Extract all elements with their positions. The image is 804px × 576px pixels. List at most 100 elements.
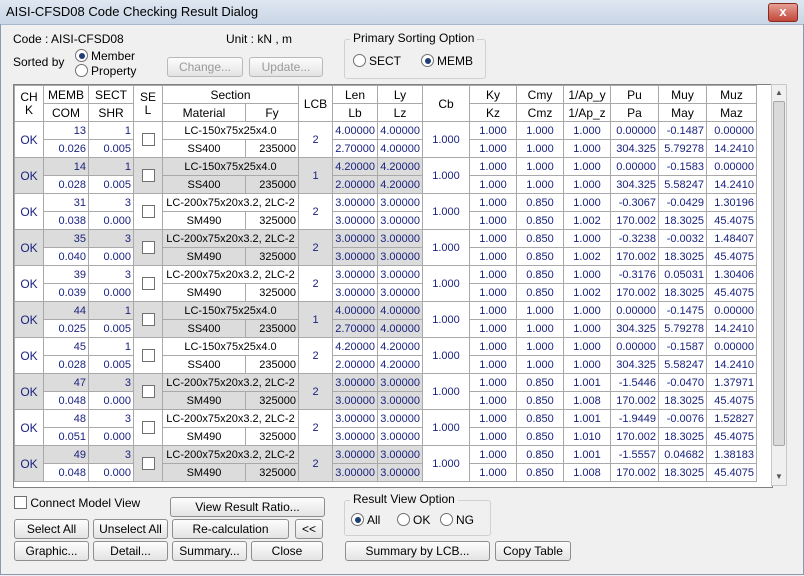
table-row[interactable]: OK 39 3 LC-200x75x20x3.2, 2LC-2 2 3.00000 3.00… bbox=[14, 265, 757, 302]
apy-cell: 1.000 bbox=[563, 121, 611, 140]
table-row-sub[interactable]: 0.028 0.005 SS400 235000 2.00000 4.20000 1.000… bbox=[15, 175, 757, 194]
scroll-up-icon[interactable]: ▲ bbox=[772, 85, 786, 101]
header-ky[interactable]: Ky bbox=[469, 85, 517, 104]
header-pu[interactable]: Pu bbox=[610, 85, 659, 104]
table-row[interactable]: OK 48 3 LC-200x75x20x3.2, 2LC-2 2 3.00000 3.00… bbox=[14, 409, 757, 446]
header-section[interactable]: Section bbox=[162, 85, 299, 104]
header-maz[interactable]: Maz bbox=[706, 103, 757, 122]
ly-cell: 3.00000 bbox=[377, 265, 423, 284]
result-ok-radio[interactable]: OK bbox=[397, 513, 430, 527]
header-may[interactable]: May bbox=[658, 103, 707, 122]
collapse-button[interactable]: << bbox=[295, 519, 323, 539]
header-cb[interactable]: Cb bbox=[422, 85, 470, 122]
table-row-sub[interactable]: 0.025 0.005 SS400 235000 2.70000 4.00000 1.000… bbox=[15, 319, 757, 338]
select-checkbox-icon[interactable] bbox=[141, 312, 155, 326]
table-row[interactable]: OK 31 3 LC-200x75x20x3.2, 2LC-2 2 3.00000 3.00… bbox=[14, 193, 757, 230]
table-row[interactable]: OK 13 1 LC-150x75x25x4.0 2 4.00000 4.00000 1.00… bbox=[14, 121, 757, 158]
detail-button[interactable]: Detail... bbox=[93, 541, 168, 561]
select-checkbox-icon[interactable] bbox=[141, 240, 155, 254]
table-row[interactable]: OK 45 1 LC-150x75x25x4.0 2 4.20000 4.20000 1.00… bbox=[14, 337, 757, 374]
select-checkbox-icon[interactable] bbox=[141, 384, 155, 398]
select-checkbox-icon[interactable] bbox=[141, 348, 155, 362]
header-sect[interactable]: SECT bbox=[88, 85, 134, 104]
table-row-sub[interactable]: 0.048 0.000 SM490 325000 3.00000 3.00000 1.000… bbox=[15, 391, 757, 410]
header-len[interactable]: Len bbox=[332, 85, 378, 104]
scroll-down-icon[interactable]: ▼ bbox=[772, 469, 786, 485]
header-cmz[interactable]: Cmz bbox=[516, 103, 564, 122]
lz-cell: 3.00000 bbox=[377, 283, 423, 302]
pu-cell: -1.5557 bbox=[610, 445, 659, 464]
vertical-scrollbar[interactable]: ▲ ▼ bbox=[771, 84, 787, 486]
summary-by-lcb-button[interactable]: Summary by LCB... bbox=[345, 541, 490, 561]
header-apz[interactable]: 1/Ap_z bbox=[563, 103, 611, 122]
copy-table-button[interactable]: Copy Table bbox=[495, 541, 571, 561]
unselect-all-button[interactable]: Unselect All bbox=[93, 519, 168, 539]
header-muz[interactable]: Muz bbox=[706, 85, 757, 104]
change-button[interactable]: Change... bbox=[167, 57, 243, 77]
table-row-sub[interactable]: 0.028 0.005 SS400 235000 2.00000 4.20000 1.000… bbox=[15, 355, 757, 374]
header-fy[interactable]: Fy bbox=[245, 103, 299, 122]
scroll-thumb[interactable] bbox=[773, 101, 785, 446]
primary-memb-radio[interactable]: MEMB bbox=[421, 54, 473, 68]
table-row-sub[interactable]: 0.040 0.000 SM490 325000 3.00000 3.00000 1.000… bbox=[15, 247, 757, 266]
table-row-sub[interactable]: 0.039 0.000 SM490 325000 3.00000 3.00000 1.000… bbox=[15, 283, 757, 302]
sort-property-radio[interactable]: Property bbox=[75, 64, 136, 78]
primary-sect-radio[interactable]: SECT bbox=[353, 54, 401, 68]
select-all-button[interactable]: Select All bbox=[14, 519, 89, 539]
header-chk[interactable]: CH K bbox=[14, 85, 44, 122]
connect-model-view-checkbox[interactable]: Connect Model View bbox=[14, 496, 140, 510]
header-lb[interactable]: Lb bbox=[332, 103, 378, 122]
header-material[interactable]: Material bbox=[162, 103, 246, 122]
header-pa[interactable]: Pa bbox=[610, 103, 659, 122]
sort-member-radio[interactable]: Member bbox=[75, 49, 135, 63]
ky-cell: 1.000 bbox=[469, 409, 517, 428]
select-checkbox-icon[interactable] bbox=[141, 456, 155, 470]
close-window-button[interactable]: x bbox=[768, 3, 798, 22]
header-cmy[interactable]: Cmy bbox=[516, 85, 564, 104]
header-ly[interactable]: Ly bbox=[377, 85, 423, 104]
header-com[interactable]: COM bbox=[43, 103, 89, 122]
select-checkbox-icon[interactable] bbox=[141, 420, 155, 434]
table-row[interactable]: OK 47 3 LC-200x75x20x3.2, 2LC-2 2 3.00000 3.00… bbox=[14, 373, 757, 410]
table-row-sub[interactable]: 0.048 0.000 SM490 325000 3.00000 3.00000 1.000… bbox=[15, 463, 757, 482]
select-checkbox-icon[interactable] bbox=[141, 276, 155, 290]
header-memb[interactable]: MEMB bbox=[43, 85, 89, 104]
header-sel[interactable]: SE L bbox=[133, 85, 163, 122]
table-row[interactable]: OK 44 1 LC-150x75x25x4.0 1 4.00000 4.00000 1.00… bbox=[14, 301, 757, 338]
lb-cell: 3.00000 bbox=[332, 427, 378, 446]
ly-cell: 3.00000 bbox=[377, 373, 423, 392]
result-table[interactable]: CH K MEMB SECT SE L Section LCB Len Ly C… bbox=[13, 84, 773, 488]
connect-model-view-label: Connect Model View bbox=[30, 496, 141, 510]
table-row-sub[interactable]: 0.051 0.000 SM490 325000 3.00000 3.00000 1.000… bbox=[15, 427, 757, 446]
apy-cell: 1.000 bbox=[563, 301, 611, 320]
radio-icon bbox=[397, 513, 410, 526]
update-button[interactable]: Update... bbox=[249, 57, 323, 77]
recalculation-button[interactable]: Re-calculation bbox=[172, 519, 289, 539]
select-checkbox-icon[interactable] bbox=[141, 204, 155, 218]
header-apy[interactable]: 1/Ap_y bbox=[563, 85, 611, 104]
table-row-sub[interactable]: 0.038 0.000 SM490 325000 3.00000 3.00000 1.000… bbox=[15, 211, 757, 230]
header-muy[interactable]: Muy bbox=[658, 85, 707, 104]
result-all-radio[interactable]: All bbox=[351, 513, 380, 527]
table-row[interactable]: OK 49 3 LC-200x75x20x3.2, 2LC-2 2 3.00000 3.00… bbox=[14, 445, 757, 482]
table-row[interactable]: OK 14 1 LC-150x75x25x4.0 1 4.20000 4.20000 1.00… bbox=[14, 157, 757, 194]
memb-cell: 47 bbox=[43, 373, 89, 392]
table-row-sub[interactable]: 0.026 0.005 SS400 235000 2.70000 4.00000 1.000… bbox=[15, 139, 757, 158]
graphic-button[interactable]: Graphic... bbox=[14, 541, 89, 561]
close-button[interactable]: Close bbox=[251, 541, 323, 561]
sect-cell: 1 bbox=[88, 301, 134, 320]
select-checkbox-icon[interactable] bbox=[141, 168, 155, 182]
table-row[interactable]: OK 35 3 LC-200x75x20x3.2, 2LC-2 2 3.00000 3.00… bbox=[14, 229, 757, 266]
title-bar[interactable]: AISI-CFSD08 Code Checking Result Dialog … bbox=[0, 0, 804, 25]
header-lz[interactable]: Lz bbox=[377, 103, 423, 122]
header-kz[interactable]: Kz bbox=[469, 103, 517, 122]
apy-cell: 1.000 bbox=[563, 193, 611, 212]
header-lcb[interactable]: LCB bbox=[298, 85, 333, 122]
header-shr[interactable]: SHR bbox=[88, 103, 134, 122]
lcb-cell: 2 bbox=[298, 409, 333, 446]
select-checkbox-icon[interactable] bbox=[141, 132, 155, 146]
result-ng-radio[interactable]: NG bbox=[440, 513, 474, 527]
view-result-ratio-button[interactable]: View Result Ratio... bbox=[170, 497, 325, 517]
fy-cell: 235000 bbox=[245, 319, 299, 338]
summary-button[interactable]: Summary... bbox=[172, 541, 247, 561]
